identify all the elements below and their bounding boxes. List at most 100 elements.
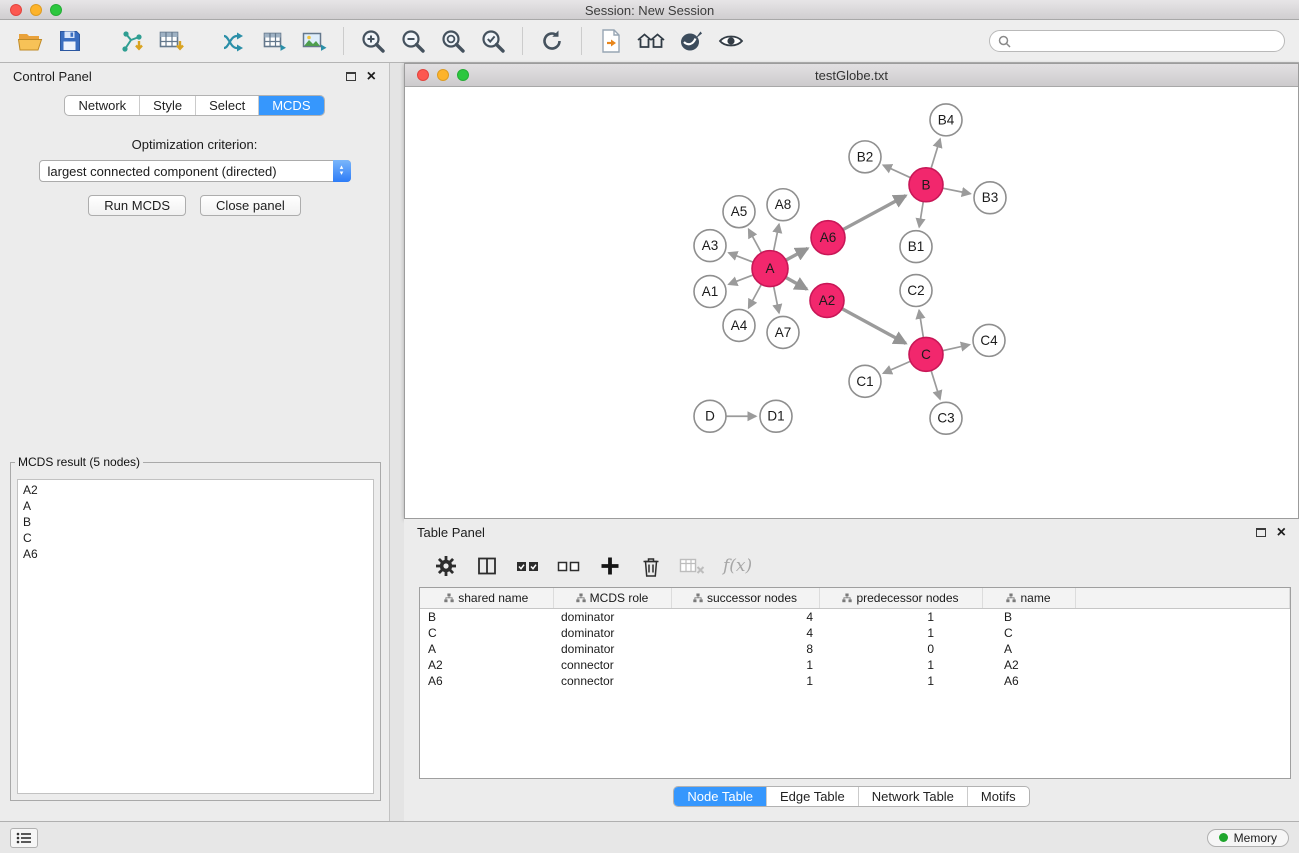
search-input[interactable]: [989, 30, 1285, 52]
zoom-selected-button[interactable]: [473, 22, 513, 60]
function-builder-button[interactable]: f(x): [723, 556, 752, 576]
mcds-result-item[interactable]: B: [23, 514, 368, 530]
network-node-D1[interactable]: D1: [760, 400, 792, 432]
network-node-C[interactable]: C: [909, 337, 943, 371]
table-row[interactable]: A6connector11A6: [420, 673, 1290, 689]
network-node-A7[interactable]: A7: [767, 316, 799, 348]
column-header-name[interactable]: name: [982, 588, 1075, 608]
network-edge-C-C2[interactable]: [919, 310, 923, 337]
column-header-MCDS-role[interactable]: MCDS role: [553, 588, 671, 608]
tab-motifs[interactable]: Motifs: [967, 787, 1029, 806]
open-file-button[interactable]: [591, 22, 631, 60]
tab-network-table[interactable]: Network Table: [858, 787, 967, 806]
column-header-successor-nodes[interactable]: successor nodes: [671, 588, 819, 608]
network-edge-B-B3[interactable]: [943, 188, 971, 194]
network-edge-A-A7[interactable]: [774, 286, 779, 313]
delete-row-button[interactable]: [633, 550, 669, 582]
network-edge-A-A3[interactable]: [729, 253, 754, 262]
network-edge-A6-B[interactable]: [843, 196, 906, 230]
network-node-A2[interactable]: A2: [810, 284, 844, 318]
home-button[interactable]: [631, 22, 671, 60]
table-row[interactable]: A2connector11A2: [420, 657, 1290, 673]
network-node-B[interactable]: B: [909, 168, 943, 202]
network-node-C3[interactable]: C3: [930, 402, 962, 434]
tab-select[interactable]: Select: [195, 96, 258, 115]
memory-button[interactable]: Memory: [1207, 829, 1289, 847]
tab-edge-table[interactable]: Edge Table: [766, 787, 858, 806]
network-edge-A2-C[interactable]: [842, 309, 906, 344]
zoom-fit-button[interactable]: [433, 22, 473, 60]
network-canvas[interactable]: A A2 A6 B C A1 A3 A4 A5 A7 A8 B1 B2 B3 B4 C1 C2 C3 C4 D D1: [405, 87, 1298, 518]
network-node-D[interactable]: D: [694, 400, 726, 432]
mcds-result-list[interactable]: A2ABCA6: [17, 479, 374, 794]
mcds-result-item[interactable]: A: [23, 498, 368, 514]
style-button[interactable]: [671, 22, 711, 60]
unselect-all-button[interactable]: [551, 550, 587, 582]
minimize-network-window-button[interactable]: [437, 69, 449, 81]
refresh-button[interactable]: [532, 22, 572, 60]
network-edge-C-C3[interactable]: [931, 371, 940, 400]
network-node-B3[interactable]: B3: [974, 182, 1006, 214]
table-row[interactable]: Adominator80A: [420, 641, 1290, 657]
table-settings-button[interactable]: [428, 550, 464, 582]
run-mcds-button[interactable]: Run MCDS: [88, 195, 186, 216]
close-panel-icon[interactable]: ×: [367, 71, 376, 83]
save-session-button[interactable]: [50, 22, 90, 60]
tab-network[interactable]: Network: [65, 96, 139, 115]
network-edge-A-A6[interactable]: [786, 248, 808, 260]
table-row[interactable]: Bdominator41B: [420, 608, 1290, 625]
network-edge-B-B2[interactable]: [883, 165, 910, 178]
float-panel-icon[interactable]: [346, 72, 356, 81]
select-all-button[interactable]: [510, 550, 546, 582]
tab-node-table[interactable]: Node Table: [674, 787, 766, 806]
network-node-A1[interactable]: A1: [694, 276, 726, 308]
network-node-B1[interactable]: B1: [900, 231, 932, 263]
show-columns-button[interactable]: [469, 550, 505, 582]
network-node-A[interactable]: A: [752, 251, 788, 287]
new-table-button[interactable]: [254, 22, 294, 60]
network-node-B2[interactable]: B2: [849, 141, 881, 173]
network-edge-A-A5[interactable]: [749, 229, 762, 253]
network-edge-C-C1[interactable]: [883, 361, 910, 373]
float-table-panel-icon[interactable]: [1256, 528, 1266, 537]
network-edge-A-A8[interactable]: [774, 224, 779, 251]
network-node-A5[interactable]: A5: [723, 196, 755, 228]
network-node-A6[interactable]: A6: [811, 221, 845, 255]
network-arrows-button[interactable]: [214, 22, 254, 60]
open-session-button[interactable]: [10, 22, 50, 60]
network-node-A4[interactable]: A4: [723, 309, 755, 341]
task-history-button[interactable]: [10, 828, 38, 848]
network-edge-A-A4[interactable]: [749, 284, 762, 308]
network-edge-B-B4[interactable]: [931, 139, 940, 169]
mcds-result-item[interactable]: C: [23, 530, 368, 546]
network-node-A8[interactable]: A8: [767, 189, 799, 221]
network-edge-A-A2[interactable]: [786, 277, 807, 289]
network-node-C1[interactable]: C1: [849, 365, 881, 397]
zoom-out-button[interactable]: [393, 22, 433, 60]
network-node-B4[interactable]: B4: [930, 104, 962, 136]
tab-mcds[interactable]: MCDS: [258, 96, 323, 115]
show-graphics-button[interactable]: [711, 22, 751, 60]
network-node-A3[interactable]: A3: [694, 230, 726, 262]
mcds-result-item[interactable]: A6: [23, 546, 368, 562]
column-header-shared-name[interactable]: shared name: [420, 588, 553, 608]
mcds-result-item[interactable]: A2: [23, 482, 368, 498]
column-header-predecessor-nodes[interactable]: predecessor nodes: [819, 588, 982, 608]
zoom-network-window-button[interactable]: [457, 69, 469, 81]
network-node-C2[interactable]: C2: [900, 275, 932, 307]
delete-table-button[interactable]: [674, 550, 710, 582]
network-edge-C-C4[interactable]: [943, 345, 970, 351]
close-network-window-button[interactable]: [417, 69, 429, 81]
network-edge-B-B1[interactable]: [919, 202, 923, 227]
close-panel-button[interactable]: Close panel: [200, 195, 301, 216]
table-row[interactable]: Cdominator41C: [420, 625, 1290, 641]
import-table-button[interactable]: [152, 22, 192, 60]
export-image-button[interactable]: [294, 22, 334, 60]
import-network-button[interactable]: [112, 22, 152, 60]
zoom-in-button[interactable]: [353, 22, 393, 60]
close-table-panel-icon[interactable]: ×: [1277, 527, 1286, 539]
add-row-button[interactable]: [592, 550, 628, 582]
criterion-dropdown[interactable]: largest connected component (directed) ▴…: [39, 160, 351, 182]
network-node-C4[interactable]: C4: [973, 324, 1005, 356]
network-edge-A-A1[interactable]: [729, 275, 754, 284]
